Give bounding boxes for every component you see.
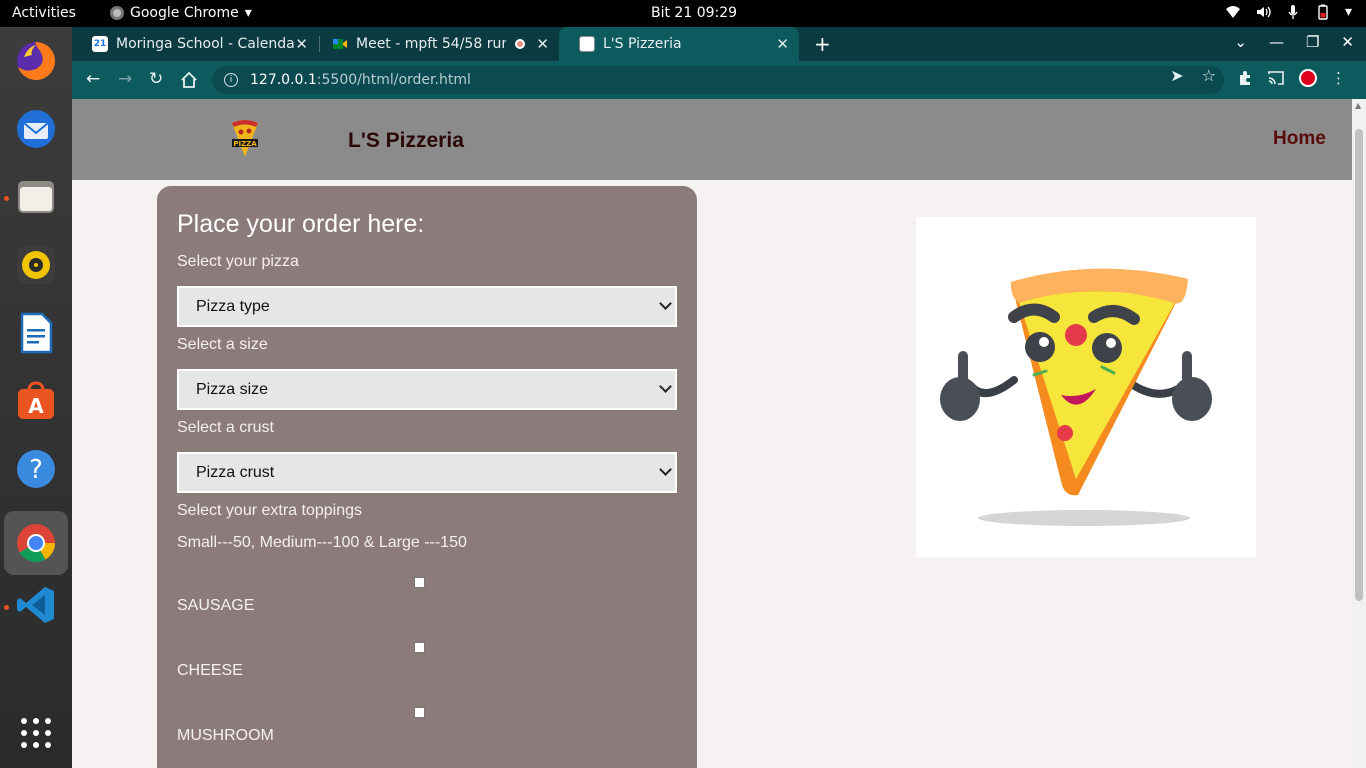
meet-icon (333, 39, 347, 49)
tab-calendar[interactable]: 21 Moringa School - Calenda ✕ (72, 27, 318, 61)
pizza-size-value: Pizza size (196, 380, 269, 398)
chevron-down-icon (659, 297, 672, 310)
libreoffice-writer-icon[interactable] (12, 309, 60, 357)
pizza-type-select[interactable]: Pizza type (177, 286, 677, 327)
chrome-icon (110, 6, 124, 20)
site-info-icon[interactable]: i (224, 73, 238, 87)
vscode-icon[interactable] (12, 581, 60, 629)
topping-checkbox-sausage[interactable] (414, 577, 425, 588)
price-note: Small---50, Medium---100 & Large ---150 (177, 534, 467, 551)
page-viewport: PIZZA L'S Pizzeria Home Place your order… (72, 99, 1352, 768)
toppings-label: Select your extra toppings (177, 502, 362, 519)
order-form: Place your order here: Select your pizza… (157, 186, 697, 768)
send-to-devices-icon[interactable]: ➤ (1170, 66, 1183, 85)
dock: A ? (0, 27, 72, 768)
forward-button[interactable]: → (118, 69, 132, 89)
minimize-button[interactable]: — (1269, 33, 1284, 51)
chevron-down-icon: ▾ (1344, 4, 1352, 20)
topping-label-cheese: CHEESE (177, 662, 243, 679)
pizza-type-label: Select your pizza (177, 253, 299, 270)
chevron-down-icon: ▾ (244, 5, 252, 21)
chrome-icon[interactable] (4, 511, 68, 575)
recording-icon (515, 39, 525, 49)
system-tray[interactable]: ▾ (1225, 4, 1352, 20)
extensions-area: ⋮ (1237, 69, 1346, 87)
tab-pizzeria[interactable]: L'S Pizzeria ✕ (559, 27, 799, 61)
calendar-icon: 21 (92, 36, 108, 52)
show-applications-icon[interactable] (12, 709, 60, 757)
page-favicon-icon (579, 36, 595, 52)
url-host: 127.0.0.1 (250, 72, 317, 88)
url-path: :5500/html/order.html (316, 72, 471, 88)
software-center-icon[interactable]: A (12, 377, 60, 425)
thunderbird-icon[interactable] (12, 105, 60, 153)
close-window-button[interactable]: ✕ (1341, 33, 1354, 51)
rhythmbox-icon[interactable] (12, 241, 60, 289)
pizza-crust-label: Select a crust (177, 419, 274, 436)
page-scrollbar[interactable]: ▲ (1352, 99, 1366, 768)
pizza-crust-select[interactable]: Pizza crust (177, 452, 677, 493)
address-bar[interactable]: i 127.0.0.1:5500/html/order.html (212, 66, 1224, 94)
window-controls: ⌄ — ❐ ✕ (1234, 33, 1354, 51)
topping-checkbox-cheese[interactable] (414, 642, 425, 653)
reload-button[interactable]: ↻ (149, 69, 163, 89)
close-icon[interactable]: ✕ (536, 35, 549, 53)
home-icon[interactable] (180, 71, 198, 89)
pizza-logo-icon[interactable]: PIZZA (230, 119, 260, 159)
more-menu-icon[interactable]: ⋮ (1331, 69, 1346, 87)
svg-text:A: A (28, 394, 44, 418)
battery-icon (1318, 4, 1328, 20)
pizza-crust-value: Pizza crust (196, 463, 275, 481)
app-menu-label: Google Chrome (130, 5, 239, 21)
clock[interactable]: Bit 21 09:29 (651, 5, 737, 21)
scroll-up-icon[interactable]: ▲ (1355, 101, 1361, 110)
pizza-mascot-illustration (940, 268, 1212, 526)
files-icon[interactable] (12, 173, 60, 221)
new-tab-button[interactable]: + (814, 32, 831, 56)
restore-button[interactable]: ❐ (1306, 33, 1319, 51)
running-indicator (4, 196, 9, 201)
tab-search-icon[interactable]: ⌄ (1234, 33, 1247, 51)
pizza-size-label: Select a size (177, 336, 268, 353)
firefox-icon[interactable] (12, 37, 60, 85)
pizza-type-value: Pizza type (196, 297, 270, 315)
profile-avatar[interactable] (1299, 69, 1317, 87)
site-navbar: PIZZA L'S Pizzeria Home (72, 99, 1352, 180)
running-indicator (4, 605, 9, 610)
chevron-down-icon (659, 380, 672, 393)
wifi-icon (1225, 6, 1240, 18)
cast-icon[interactable] (1267, 70, 1285, 86)
pizza-size-select[interactable]: Pizza size (177, 369, 677, 410)
browser-window: 21 Moringa School - Calenda ✕ Meet - mpf… (72, 27, 1366, 768)
chevron-down-icon (659, 463, 672, 476)
pizza-mascot-image (916, 217, 1256, 557)
app-menu[interactable]: Google Chrome ▾ (110, 5, 252, 21)
topping-label-sausage: SAUSAGE (177, 597, 255, 614)
browser-toolbar: ← → ↻ i 127.0.0.1:5500/html/order.html ➤… (72, 61, 1366, 99)
tab-strip: 21 Moringa School - Calenda ✕ Meet - mpf… (72, 27, 1366, 61)
scrollbar-thumb[interactable] (1355, 129, 1363, 601)
topping-label-mushroom: MUSHROOM (177, 727, 274, 744)
topping-checkbox-mushroom[interactable] (414, 707, 425, 718)
order-heading: Place your order here: (177, 210, 425, 238)
volume-icon (1256, 6, 1271, 18)
system-top-bar: Activities Google Chrome ▾ Bit 21 09:29 … (0, 0, 1366, 27)
tab-meet[interactable]: Meet - mpft 54/58 runt ✕ (312, 27, 559, 61)
microphone-icon (1288, 5, 1298, 19)
nav-link-home[interactable]: Home (1273, 128, 1326, 150)
svg-text:?: ? (29, 455, 43, 485)
close-icon[interactable]: ✕ (776, 35, 789, 53)
help-icon[interactable]: ? (12, 445, 60, 493)
extensions-puzzle-icon[interactable] (1237, 70, 1253, 86)
back-button[interactable]: ← (86, 69, 100, 89)
logo-text: PIZZA (233, 140, 257, 148)
close-icon[interactable]: ✕ (295, 35, 308, 53)
address-bar-actions: ➤ ☆ (1170, 66, 1216, 85)
activities-button[interactable]: Activities (12, 5, 76, 21)
site-title[interactable]: L'S Pizzeria (348, 129, 464, 153)
bookmark-star-icon[interactable]: ☆ (1202, 66, 1216, 85)
